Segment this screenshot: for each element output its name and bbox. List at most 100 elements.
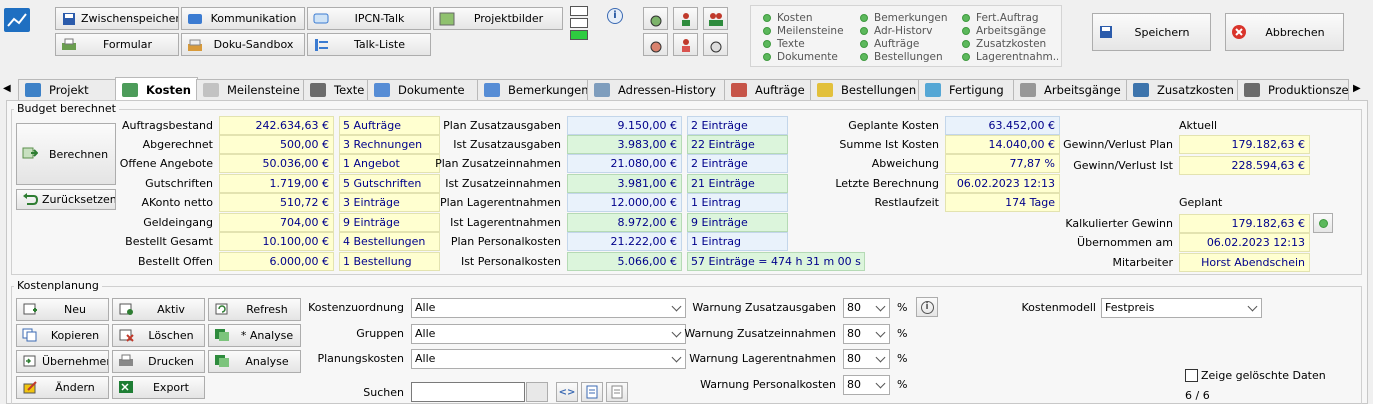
- uebernehmen-button[interactable]: Übernehmen: [16, 350, 109, 373]
- warn-zusatzeinnahmen-select[interactable]: 80: [843, 324, 890, 344]
- document-icon[interactable]: [581, 382, 603, 402]
- abbrechen-button[interactable]: Abbrechen: [1225, 13, 1344, 51]
- projektbilder-button[interactable]: Projektbilder: [433, 7, 563, 30]
- berechnen-button[interactable]: Berechnen: [16, 123, 116, 185]
- tab-meilensteine[interactable]: Meilensteine: [196, 79, 305, 100]
- code-icon[interactable]: <>: [556, 382, 578, 402]
- document-gray-icon[interactable]: [606, 382, 628, 402]
- tab-texte[interactable]: Texte: [303, 79, 369, 100]
- bag-gray-icon[interactable]: [703, 33, 728, 56]
- zwischenspeichern-button[interactable]: Zwischenspeichern: [55, 7, 179, 30]
- doku-sandbox-button[interactable]: Doku-Sandbox: [181, 33, 305, 56]
- ipcn-talk-button[interactable]: IPCN-Talk: [307, 7, 431, 30]
- budget-label: Restlaufzeit: [874, 196, 939, 209]
- tab-bestellungen[interactable]: Bestellungen: [810, 79, 920, 100]
- info-button[interactable]: i: [916, 297, 938, 317]
- green-dot-icon: [763, 53, 771, 61]
- excel-icon: [118, 380, 134, 396]
- search-input[interactable]: [411, 382, 525, 402]
- budget-label: Plan Zusatzausgaben: [443, 119, 561, 132]
- warn-lager-select[interactable]: 80: [843, 349, 890, 369]
- cancel-icon: [1231, 24, 1247, 40]
- budget-value: 1.719,00 €: [219, 174, 334, 193]
- kostenzuordnung-select[interactable]: Alle: [411, 298, 686, 318]
- budget-value: 63.452,00 €: [945, 116, 1060, 135]
- budget-label: Bestellt Gesamt: [125, 235, 213, 248]
- percent-label: %: [897, 301, 908, 314]
- bag-red-icon[interactable]: [643, 33, 668, 56]
- tab-dokumente[interactable]: Dokumente: [367, 79, 479, 100]
- tab-produktionsze[interactable]: Produktionsze...: [1237, 79, 1349, 100]
- analyse-icon: [214, 328, 230, 344]
- tab-arbeitsg-nge[interactable]: Arbeitsgänge: [1013, 79, 1128, 100]
- tab-icon: [925, 83, 941, 97]
- kostenmodell-select[interactable]: Festpreis: [1101, 298, 1262, 318]
- info-icon[interactable]: i: [607, 8, 623, 24]
- person-red-icon[interactable]: [673, 33, 698, 56]
- budget-label: Geldeingang: [143, 216, 213, 229]
- budget-value: 12.000,00 €: [567, 193, 682, 212]
- tab-kosten[interactable]: Kosten: [115, 77, 198, 101]
- budget-count: 5 Gutschriften: [339, 174, 440, 193]
- analyse-button[interactable]: Analyse: [208, 350, 301, 373]
- gruppen-select[interactable]: Alle: [411, 324, 686, 344]
- warn-personal-select[interactable]: 80: [843, 375, 890, 395]
- warn-zusatzausgaben-select[interactable]: 80: [843, 298, 890, 318]
- zuruecksetzen-button[interactable]: Zurücksetzen: [16, 189, 116, 210]
- kommunikation-button[interactable]: Kommunikation: [181, 7, 305, 30]
- kopieren-button[interactable]: Kopieren: [16, 324, 109, 347]
- talk-liste-button[interactable]: Talk-Liste: [307, 33, 431, 56]
- budget-value: 10.100,00 €: [219, 232, 334, 251]
- list-icon: [313, 37, 329, 53]
- tab-scroll-right-icon[interactable]: ▶: [1353, 83, 1361, 94]
- tab-zusatzkosten[interactable]: Zusatzkosten: [1126, 79, 1239, 100]
- drucken-button[interactable]: Drucken: [112, 350, 205, 373]
- budget-value: 21.080,00 €: [567, 154, 682, 173]
- tab-bemerkungen[interactable]: Bemerkungen: [477, 79, 589, 100]
- printer-icon: [61, 37, 77, 53]
- budget-count: 22 Einträge: [687, 135, 788, 154]
- warn-zusatzeinnahmen-label: Warnung Zusatzeinnahmen: [684, 327, 836, 340]
- green-dot-icon: [962, 53, 970, 61]
- formular-button[interactable]: Formular: [55, 33, 179, 56]
- tab-fertigung[interactable]: Fertigung: [918, 79, 1015, 100]
- search-button[interactable]: [526, 382, 548, 402]
- refresh-button[interactable]: Refresh: [208, 298, 301, 321]
- picture-icon: [439, 11, 455, 27]
- budget-count: 1 Eintrag: [687, 193, 788, 212]
- budget-label: AKonto netto: [141, 196, 213, 209]
- speichern-button[interactable]: Speichern: [1092, 13, 1211, 51]
- people-icon[interactable]: [703, 7, 728, 30]
- neu-button[interactable]: Neu: [16, 298, 109, 321]
- delete-icon: [118, 328, 134, 344]
- kostenplanung-title: Kostenplanung: [14, 279, 102, 292]
- legend-item: Lagerentnahm...: [962, 51, 1058, 63]
- person-green-icon[interactable]: [673, 7, 698, 30]
- green-dot-icon: [763, 14, 771, 22]
- aktiv-button[interactable]: Aktiv: [112, 298, 205, 321]
- uebernommen-value: 06.02.2023 12:13: [1179, 233, 1310, 252]
- status-green-button[interactable]: [1313, 213, 1333, 233]
- budget-value: 704,00 €: [219, 213, 334, 232]
- tab-auftr-ge[interactable]: Aufträge: [724, 79, 812, 100]
- suchen-label: Suchen: [363, 386, 404, 399]
- loeschen-button[interactable]: Löschen: [112, 324, 205, 347]
- legend-item: Kosten: [763, 12, 859, 24]
- gewinn-plan-label: Gewinn/Verlust Plan: [1063, 138, 1173, 151]
- mitarbeiter-value: Horst Abendschein: [1179, 253, 1310, 272]
- planungskosten-select[interactable]: Alle: [411, 349, 686, 369]
- tab-adressen-history[interactable]: Adressen-History: [587, 79, 726, 100]
- legend-item: Dokumente: [763, 51, 859, 63]
- zeige-geloeschte-checkbox[interactable]: [1185, 369, 1198, 382]
- bag-green-icon[interactable]: [643, 7, 668, 30]
- green-dot-icon: [962, 40, 970, 48]
- aendern-button[interactable]: Ändern: [16, 376, 109, 399]
- export-button[interactable]: Export: [112, 376, 205, 399]
- analyse-star-button[interactable]: * Analyse: [208, 324, 301, 347]
- tab-projekt[interactable]: Projekt: [18, 79, 116, 100]
- analyse-icon: [214, 354, 230, 370]
- warn-zusatzausgaben-label: Warnung Zusatzausgaben: [692, 301, 836, 314]
- budget-count: 2 Einträge: [687, 154, 788, 173]
- percent-label: %: [897, 378, 908, 391]
- budget-value: 50.036,00 €: [219, 154, 334, 173]
